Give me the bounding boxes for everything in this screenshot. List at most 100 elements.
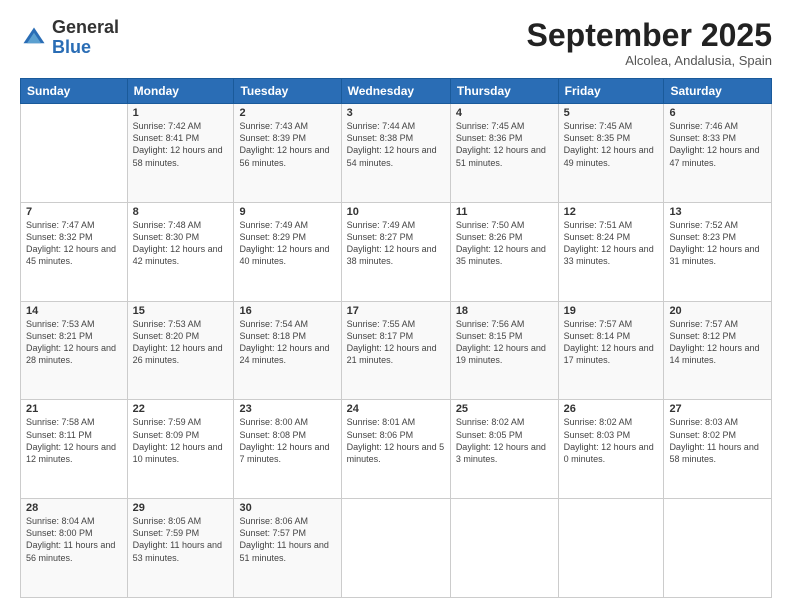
logo-general: General (52, 17, 119, 37)
day-info: Sunrise: 7:44 AMSunset: 8:38 PMDaylight:… (347, 120, 445, 169)
calendar-cell: 3Sunrise: 7:44 AMSunset: 8:38 PMDaylight… (341, 104, 450, 203)
calendar-cell: 26Sunrise: 8:02 AMSunset: 8:03 PMDayligh… (558, 400, 664, 499)
calendar-week-0: 1Sunrise: 7:42 AMSunset: 8:41 PMDaylight… (21, 104, 772, 203)
day-info: Sunrise: 7:52 AMSunset: 8:23 PMDaylight:… (669, 219, 766, 268)
day-number: 12 (564, 206, 659, 218)
header-thursday: Thursday (450, 79, 558, 104)
month-title: September 2025 (527, 18, 772, 53)
calendar-cell (558, 499, 664, 598)
day-info: Sunrise: 7:55 AMSunset: 8:17 PMDaylight:… (347, 318, 445, 367)
day-info: Sunrise: 8:05 AMSunset: 7:59 PMDaylight:… (133, 515, 229, 564)
calendar-cell: 17Sunrise: 7:55 AMSunset: 8:17 PMDayligh… (341, 301, 450, 400)
calendar-cell: 25Sunrise: 8:02 AMSunset: 8:05 PMDayligh… (450, 400, 558, 499)
day-info: Sunrise: 7:46 AMSunset: 8:33 PMDaylight:… (669, 120, 766, 169)
calendar-cell: 9Sunrise: 7:49 AMSunset: 8:29 PMDaylight… (234, 202, 341, 301)
day-info: Sunrise: 8:00 AMSunset: 8:08 PMDaylight:… (239, 416, 335, 465)
day-number: 20 (669, 305, 766, 317)
day-info: Sunrise: 7:50 AMSunset: 8:26 PMDaylight:… (456, 219, 553, 268)
day-info: Sunrise: 7:57 AMSunset: 8:14 PMDaylight:… (564, 318, 659, 367)
day-number: 16 (239, 305, 335, 317)
title-block: September 2025 Alcolea, Andalusia, Spain (527, 18, 772, 68)
calendar-cell: 12Sunrise: 7:51 AMSunset: 8:24 PMDayligh… (558, 202, 664, 301)
day-number: 28 (26, 502, 122, 514)
day-info: Sunrise: 7:53 AMSunset: 8:21 PMDaylight:… (26, 318, 122, 367)
calendar-week-1: 7Sunrise: 7:47 AMSunset: 8:32 PMDaylight… (21, 202, 772, 301)
day-number: 7 (26, 206, 122, 218)
day-info: Sunrise: 8:03 AMSunset: 8:02 PMDaylight:… (669, 416, 766, 465)
day-info: Sunrise: 7:47 AMSunset: 8:32 PMDaylight:… (26, 219, 122, 268)
calendar-cell (664, 499, 772, 598)
day-info: Sunrise: 7:49 AMSunset: 8:27 PMDaylight:… (347, 219, 445, 268)
logo-blue: Blue (52, 37, 91, 57)
day-number: 21 (26, 403, 122, 415)
header-saturday: Saturday (664, 79, 772, 104)
calendar-cell: 18Sunrise: 7:56 AMSunset: 8:15 PMDayligh… (450, 301, 558, 400)
day-number: 29 (133, 502, 229, 514)
day-number: 4 (456, 107, 553, 119)
day-number: 27 (669, 403, 766, 415)
logo: General Blue (20, 18, 119, 58)
calendar-cell: 1Sunrise: 7:42 AMSunset: 8:41 PMDaylight… (127, 104, 234, 203)
calendar-week-4: 28Sunrise: 8:04 AMSunset: 8:00 PMDayligh… (21, 499, 772, 598)
day-number: 9 (239, 206, 335, 218)
header-friday: Friday (558, 79, 664, 104)
day-number: 13 (669, 206, 766, 218)
day-number: 25 (456, 403, 553, 415)
calendar-cell: 30Sunrise: 8:06 AMSunset: 7:57 PMDayligh… (234, 499, 341, 598)
calendar-cell: 14Sunrise: 7:53 AMSunset: 8:21 PMDayligh… (21, 301, 128, 400)
header-wednesday: Wednesday (341, 79, 450, 104)
day-info: Sunrise: 7:49 AMSunset: 8:29 PMDaylight:… (239, 219, 335, 268)
day-number: 17 (347, 305, 445, 317)
day-number: 2 (239, 107, 335, 119)
day-number: 15 (133, 305, 229, 317)
calendar-cell: 22Sunrise: 7:59 AMSunset: 8:09 PMDayligh… (127, 400, 234, 499)
header-tuesday: Tuesday (234, 79, 341, 104)
calendar-cell: 24Sunrise: 8:01 AMSunset: 8:06 PMDayligh… (341, 400, 450, 499)
calendar-cell: 20Sunrise: 7:57 AMSunset: 8:12 PMDayligh… (664, 301, 772, 400)
day-info: Sunrise: 7:56 AMSunset: 8:15 PMDaylight:… (456, 318, 553, 367)
day-number: 18 (456, 305, 553, 317)
calendar-cell: 13Sunrise: 7:52 AMSunset: 8:23 PMDayligh… (664, 202, 772, 301)
day-number: 10 (347, 206, 445, 218)
day-number: 11 (456, 206, 553, 218)
location: Alcolea, Andalusia, Spain (527, 53, 772, 68)
day-info: Sunrise: 7:54 AMSunset: 8:18 PMDaylight:… (239, 318, 335, 367)
page: General Blue September 2025 Alcolea, And… (0, 0, 792, 612)
logo-text: General Blue (52, 18, 119, 58)
calendar-table: SundayMondayTuesdayWednesdayThursdayFrid… (20, 78, 772, 598)
day-number: 26 (564, 403, 659, 415)
calendar-cell: 5Sunrise: 7:45 AMSunset: 8:35 PMDaylight… (558, 104, 664, 203)
calendar-cell: 16Sunrise: 7:54 AMSunset: 8:18 PMDayligh… (234, 301, 341, 400)
day-info: Sunrise: 8:01 AMSunset: 8:06 PMDaylight:… (347, 416, 445, 465)
day-number: 5 (564, 107, 659, 119)
calendar-cell: 23Sunrise: 8:00 AMSunset: 8:08 PMDayligh… (234, 400, 341, 499)
day-info: Sunrise: 7:58 AMSunset: 8:11 PMDaylight:… (26, 416, 122, 465)
header-sunday: Sunday (21, 79, 128, 104)
calendar-cell: 7Sunrise: 7:47 AMSunset: 8:32 PMDaylight… (21, 202, 128, 301)
calendar-cell (450, 499, 558, 598)
day-info: Sunrise: 8:02 AMSunset: 8:05 PMDaylight:… (456, 416, 553, 465)
calendar-cell: 2Sunrise: 7:43 AMSunset: 8:39 PMDaylight… (234, 104, 341, 203)
day-info: Sunrise: 8:06 AMSunset: 7:57 PMDaylight:… (239, 515, 335, 564)
calendar-week-2: 14Sunrise: 7:53 AMSunset: 8:21 PMDayligh… (21, 301, 772, 400)
day-number: 3 (347, 107, 445, 119)
calendar-cell: 29Sunrise: 8:05 AMSunset: 7:59 PMDayligh… (127, 499, 234, 598)
calendar-cell: 27Sunrise: 8:03 AMSunset: 8:02 PMDayligh… (664, 400, 772, 499)
day-info: Sunrise: 7:59 AMSunset: 8:09 PMDaylight:… (133, 416, 229, 465)
day-info: Sunrise: 8:04 AMSunset: 8:00 PMDaylight:… (26, 515, 122, 564)
calendar-cell: 11Sunrise: 7:50 AMSunset: 8:26 PMDayligh… (450, 202, 558, 301)
calendar-cell: 10Sunrise: 7:49 AMSunset: 8:27 PMDayligh… (341, 202, 450, 301)
calendar-cell: 21Sunrise: 7:58 AMSunset: 8:11 PMDayligh… (21, 400, 128, 499)
day-info: Sunrise: 7:53 AMSunset: 8:20 PMDaylight:… (133, 318, 229, 367)
day-number: 8 (133, 206, 229, 218)
day-number: 19 (564, 305, 659, 317)
calendar-cell (21, 104, 128, 203)
day-info: Sunrise: 7:51 AMSunset: 8:24 PMDaylight:… (564, 219, 659, 268)
day-number: 6 (669, 107, 766, 119)
day-number: 14 (26, 305, 122, 317)
day-info: Sunrise: 7:45 AMSunset: 8:35 PMDaylight:… (564, 120, 659, 169)
day-number: 22 (133, 403, 229, 415)
header: General Blue September 2025 Alcolea, And… (20, 18, 772, 68)
day-info: Sunrise: 7:48 AMSunset: 8:30 PMDaylight:… (133, 219, 229, 268)
calendar-header-row: SundayMondayTuesdayWednesdayThursdayFrid… (21, 79, 772, 104)
